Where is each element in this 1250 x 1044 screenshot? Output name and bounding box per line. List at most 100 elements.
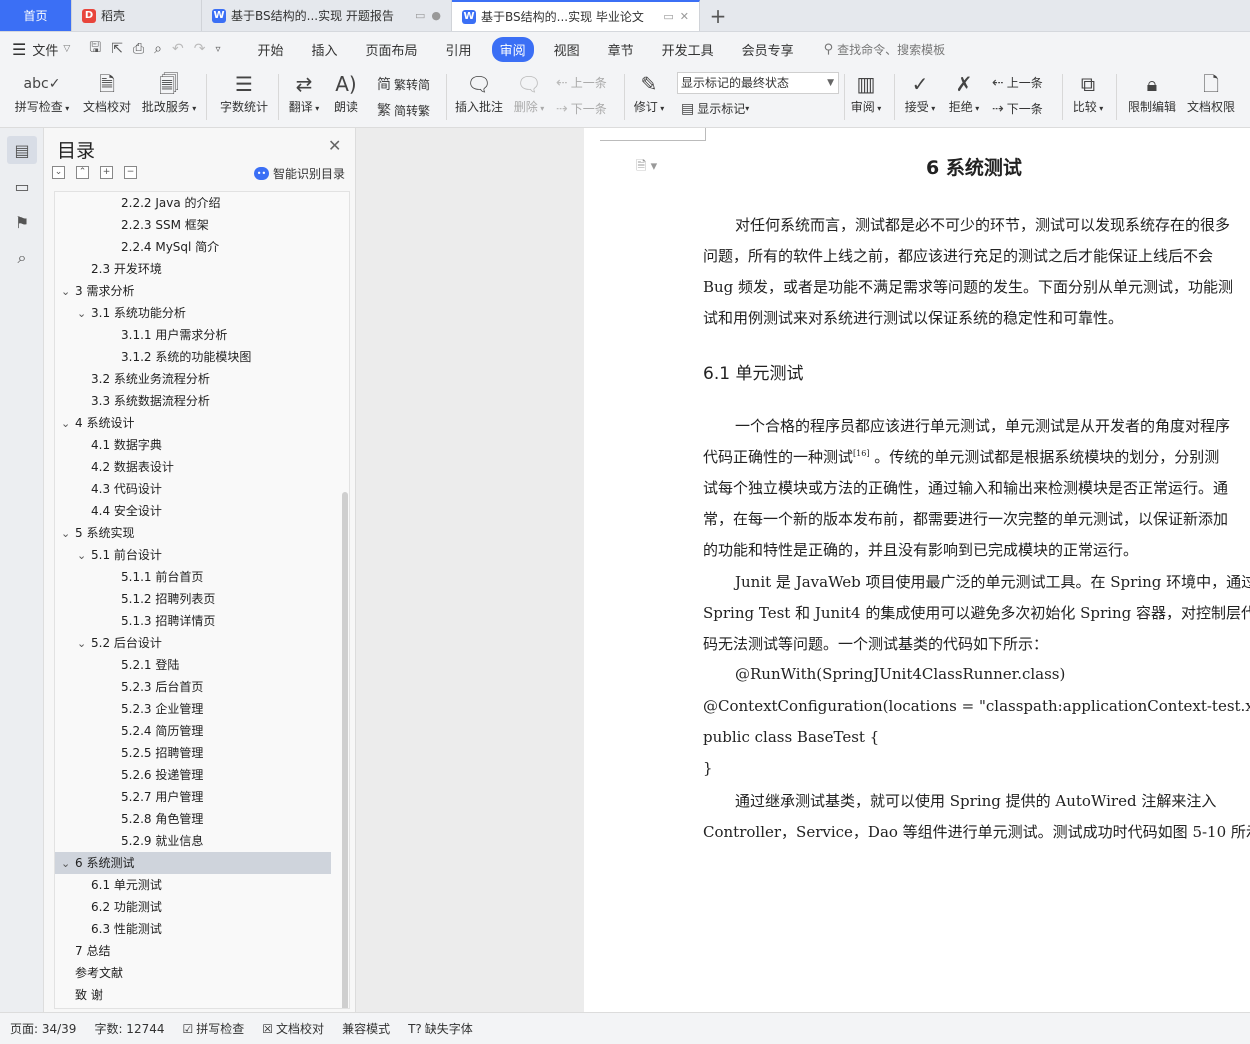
toc-item[interactable]: 5.2.6 投递管理 [55, 764, 331, 786]
search-icon[interactable]: ⌕ [7, 244, 37, 272]
menu-start[interactable]: 开始 [250, 37, 292, 62]
print-preview-icon[interactable]: ⌕ [154, 41, 162, 57]
remove-level-icon[interactable]: − [124, 166, 137, 179]
print-icon[interactable]: ⎙ [133, 41, 144, 57]
toc-item[interactable]: ⌄ 5 系统实现 [55, 522, 331, 544]
toc-item[interactable]: ⌄ 4 系统设计 [55, 412, 331, 434]
accept-button[interactable]: ✓ 接受 ▾ [902, 70, 938, 115]
toc-item[interactable]: ⌄ 3 需求分析 [55, 280, 331, 302]
redo-icon[interactable]: ↷ [194, 41, 206, 57]
citation-ref[interactable]: [16] [853, 449, 869, 458]
export-icon[interactable]: ⇱ [111, 41, 123, 57]
pin-icon[interactable]: ▭ [663, 10, 673, 23]
toc-item[interactable]: 2.2.3 SSM 框架 [55, 214, 331, 236]
status-proof[interactable]: ☒ 文档校对 [262, 1020, 324, 1037]
toc-item[interactable]: 5.2.4 简历管理 [55, 720, 331, 742]
toc-item[interactable]: 6.3 性能测试 [55, 918, 331, 940]
tab-home[interactable]: 首页 [0, 0, 72, 31]
toc-item[interactable]: 6.1 单元测试 [55, 874, 331, 896]
tab-thesis[interactable]: W 基于BS结构的...实现 毕业论文 ▭ ✕ [452, 0, 700, 31]
toc-item[interactable]: 2.2.4 MySql 简介 [55, 236, 331, 258]
delete-comment-button[interactable]: 🗨 删除 ▾ [510, 70, 548, 115]
toc-item[interactable]: 5.2.3 企业管理 [55, 698, 331, 720]
command-search[interactable]: ⚲ 查找命令、搜索模板 [824, 41, 946, 58]
save-icon[interactable]: 🖫 [89, 37, 101, 61]
toc-item[interactable]: 3.3 系统数据流程分析 [55, 390, 331, 412]
toc-item[interactable]: 5.2.9 就业信息 [55, 830, 331, 852]
chevron-down-icon[interactable]: ⌄ [61, 523, 75, 545]
document-outline-icon[interactable]: 🗎 ▾ [636, 157, 657, 179]
toc-item[interactable]: 3.1.1 用户需求分析 [55, 324, 331, 346]
chapter-nav-icon[interactable]: ▭ [7, 172, 37, 200]
pin-icon[interactable]: ▭ [415, 9, 425, 22]
chevron-down-icon[interactable]: ⌄ [77, 633, 91, 655]
menu-review[interactable]: 审阅 [491, 36, 534, 62]
unsaved-dot-icon[interactable]: ● [431, 9, 441, 22]
tab-daoke[interactable]: D 稻壳 [72, 0, 202, 31]
toc-icon[interactable]: ▤ [7, 136, 37, 164]
reject-button[interactable]: ✗ 拒绝 ▾ [946, 70, 982, 115]
toc-item[interactable]: 5.2.7 用户管理 [55, 786, 331, 808]
toc-item[interactable]: 5.2.3 后台首页 [55, 676, 331, 698]
smart-toc-button[interactable]: •• 智能识别目录 [254, 165, 345, 182]
revise-button[interactable]: ✎ 修订 ▾ [630, 70, 668, 115]
customize-icon[interactable]: ▿ [215, 44, 220, 55]
toc-scrollbar[interactable] [342, 492, 348, 1008]
toc-item[interactable]: 5.2.8 角色管理 [55, 808, 331, 830]
next-comment-button[interactable]: ⇢ 下一条 [556, 100, 607, 117]
trad-to-simp-button[interactable]: 简繁转简 [377, 74, 430, 94]
batch-service-button[interactable]: 🗐 批改服务 ▾ [138, 70, 200, 115]
compare-button[interactable]: ⧉ 比较 ▾ [1068, 70, 1108, 115]
page-indicator[interactable]: 页面: 34/39 [10, 1020, 76, 1037]
bookmark-icon[interactable]: ⚑ [7, 208, 37, 236]
toc-item[interactable]: 2.3 开发环境 [55, 258, 331, 280]
next-change-button[interactable]: ⇢ 下一条 [992, 100, 1043, 117]
insert-comment-button[interactable]: 🗨 插入批注 [452, 70, 506, 115]
undo-icon[interactable]: ↶ [172, 41, 184, 57]
compat-mode[interactable]: 兼容模式 [342, 1020, 390, 1037]
menu-references[interactable]: 引用 [438, 37, 480, 62]
menu-developer[interactable]: 开发工具 [654, 37, 722, 62]
new-tab-button[interactable]: + [700, 0, 736, 31]
prev-change-button[interactable]: ⇠ 上一条 [992, 74, 1043, 91]
review-pane-button[interactable]: ▥ 审阅 ▾ [848, 70, 884, 115]
toc-item[interactable]: 2.2.2 Java 的介绍 [55, 192, 331, 214]
toc-item[interactable]: 致 谢 [55, 984, 331, 1006]
missing-font[interactable]: T? 缺失字体 [408, 1020, 473, 1037]
word-count-indicator[interactable]: 字数: 12744 [94, 1020, 164, 1037]
restrict-edit-button[interactable]: 🔒︎ 限制编辑 [1124, 70, 1180, 115]
file-menu[interactable]: ☰ 文件 ▽ [12, 40, 70, 59]
collapse-all-icon[interactable]: ⌄ [52, 166, 65, 179]
menu-view[interactable]: 视图 [546, 37, 588, 62]
translate-button[interactable]: ⇄ 翻译 ▾ [284, 70, 324, 115]
chevron-down-icon[interactable]: ⌄ [61, 281, 75, 303]
toc-item[interactable]: 5.2.5 招聘管理 [55, 742, 331, 764]
toc-item[interactable]: 3.1.2 系统的功能模块图 [55, 346, 331, 368]
word-count-button[interactable]: ☰ 字数统计 [216, 70, 272, 115]
markup-state-select[interactable]: 显示标记的最终状态 ▼ [677, 72, 839, 94]
doc-proof-button[interactable]: 🗎 文档校对 [78, 70, 136, 115]
toc-item[interactable]: 7 总结 [55, 940, 331, 962]
toc-item[interactable]: 5.1.1 前台首页 [55, 566, 331, 588]
toc-item[interactable]: 3.2 系统业务流程分析 [55, 368, 331, 390]
spellcheck-button[interactable]: abc✓ 拼写检查 ▾ [10, 70, 74, 115]
menu-insert[interactable]: 插入 [304, 37, 346, 62]
toc-item[interactable]: 4.2 数据表设计 [55, 456, 331, 478]
toc-item[interactable]: 6.2 功能测试 [55, 896, 331, 918]
doc-rights-button[interactable]: 🗋 文档权限 [1184, 70, 1238, 115]
toc-item[interactable]: 5.2.1 登陆 [55, 654, 331, 676]
tab-proposal[interactable]: W 基于BS结构的...实现 开题报告 ▭ ● [202, 0, 452, 31]
close-icon[interactable]: ✕ [680, 10, 689, 23]
toc-item[interactable]: 4.4 安全设计 [55, 500, 331, 522]
add-level-icon[interactable]: + [100, 166, 113, 179]
chevron-down-icon[interactable]: ⌄ [77, 545, 91, 567]
show-markup-button[interactable]: ▤ 显示标记 ▾ [681, 100, 749, 117]
toc-item[interactable]: 参考文献 [55, 962, 331, 984]
toc-item[interactable]: ⌄ 5.2 后台设计 [55, 632, 331, 654]
prev-comment-button[interactable]: ⇠ 上一条 [556, 74, 607, 91]
toc-item[interactable]: 4.1 数据字典 [55, 434, 331, 456]
toc-item[interactable]: 5.1.2 招聘列表页 [55, 588, 331, 610]
toc-item[interactable]: ⌄ 6 系统测试 [55, 852, 331, 874]
menu-chapter[interactable]: 章节 [600, 37, 642, 62]
toc-item[interactable]: 5.1.3 招聘详情页 [55, 610, 331, 632]
